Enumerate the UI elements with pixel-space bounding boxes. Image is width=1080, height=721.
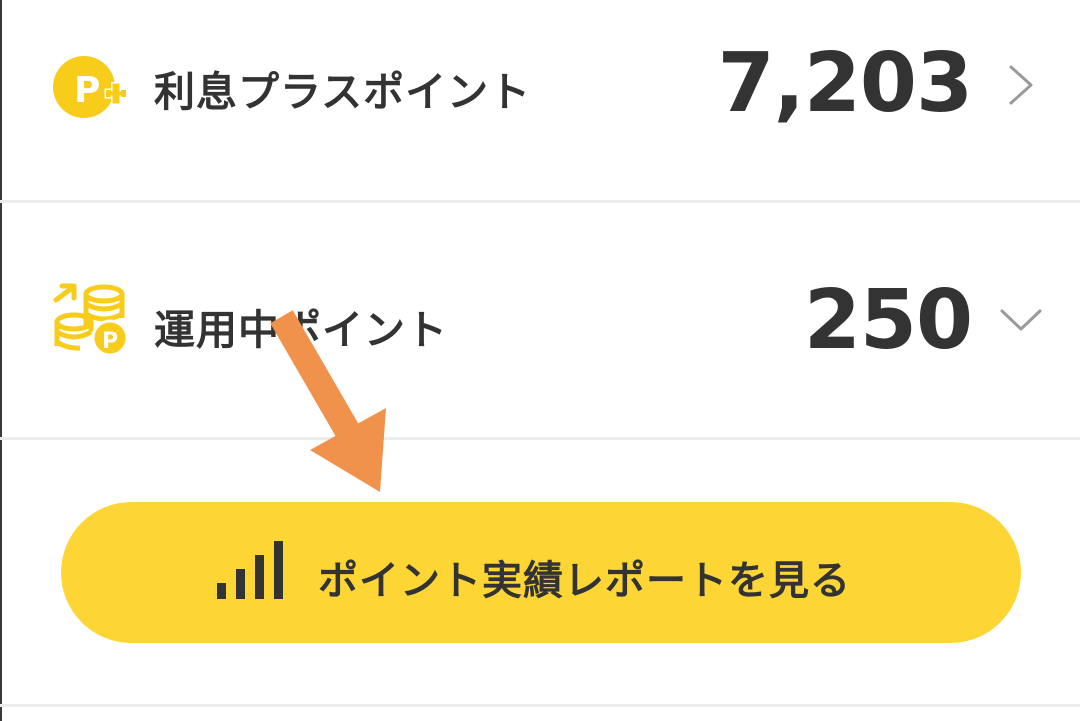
row-divider [0, 704, 1080, 707]
point-report-button-label[interactable]: ポイント実績レポートを見る [318, 548, 851, 606]
bar-chart-icon [217, 541, 283, 599]
row-divider [0, 437, 1080, 440]
coins-invest-icon: P [53, 283, 129, 357]
plus-points-label: 利息プラスポイント [154, 68, 532, 116]
plus-points-value: 7,203 [717, 36, 973, 131]
chevron-right-icon[interactable] [1006, 63, 1036, 107]
point-summary-page: P 利息プラスポイント 7,203 P 運用中ポイント 250 ポイント実績レポ… [0, 0, 1080, 721]
invested-points-label: 運用中ポイント [154, 306, 448, 354]
svg-text:P: P [102, 329, 118, 354]
invested-points-value: 250 [803, 273, 973, 368]
chevron-down-icon[interactable] [998, 305, 1044, 335]
svg-text:P: P [74, 70, 100, 111]
point-plus-icon: P [53, 56, 128, 118]
